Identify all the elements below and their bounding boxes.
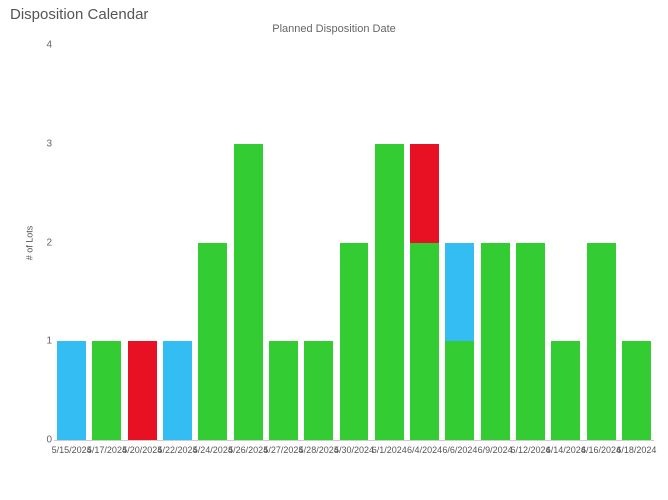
bar[interactable]: [481, 243, 510, 441]
bar-segment-green: [340, 243, 369, 441]
x-tick: 6/14/2024: [546, 445, 586, 455]
x-tick: 6/1/2024: [372, 445, 407, 455]
bar-segment-blue: [445, 243, 474, 342]
bar[interactable]: [304, 341, 333, 440]
x-tick: 6/18/2024: [616, 445, 656, 455]
bar-segment-red: [128, 341, 157, 440]
bar-segment-green: [234, 144, 263, 440]
x-tick: 5/20/2024: [122, 445, 162, 455]
y-tick: 2: [40, 237, 52, 248]
x-tick: 6/16/2024: [581, 445, 621, 455]
bar-segment-green: [481, 243, 510, 441]
bars-container: [54, 45, 654, 440]
x-tick: 6/12/2024: [510, 445, 550, 455]
bar-segment-green: [551, 341, 580, 440]
bar[interactable]: [516, 243, 545, 441]
y-tick: 3: [40, 138, 52, 149]
bar[interactable]: [163, 341, 192, 440]
x-tick: 5/27/2024: [263, 445, 303, 455]
x-tick: 6/9/2024: [478, 445, 513, 455]
chart-subtitle: Planned Disposition Date: [10, 23, 658, 35]
bar[interactable]: [375, 144, 404, 440]
page-title: Disposition Calendar: [0, 0, 668, 23]
bar-segment-green: [445, 341, 474, 440]
bar-segment-green: [198, 243, 227, 441]
bar[interactable]: [128, 341, 157, 440]
bar[interactable]: [198, 243, 227, 441]
bar[interactable]: [57, 341, 86, 440]
bar[interactable]: [269, 341, 298, 440]
y-tick: 0: [40, 435, 52, 446]
bar[interactable]: [551, 341, 580, 440]
bar[interactable]: [587, 243, 616, 441]
bar-segment-green: [410, 243, 439, 441]
y-tick: 1: [40, 336, 52, 347]
x-tick: 6/4/2024: [407, 445, 442, 455]
bar-segment-green: [269, 341, 298, 440]
y-tick: 4: [40, 40, 52, 51]
x-axis-labels: 5/15/20245/17/20245/20/20245/22/20245/24…: [54, 443, 654, 463]
x-tick: 5/22/2024: [157, 445, 197, 455]
x-tick: 5/15/2024: [52, 445, 92, 455]
x-tick: 6/6/2024: [442, 445, 477, 455]
bar-segment-green: [516, 243, 545, 441]
bar-segment-blue: [163, 341, 192, 440]
bar-segment-red: [410, 144, 439, 243]
bar[interactable]: [410, 144, 439, 440]
plot-area: [54, 45, 654, 441]
y-axis-label: # of Lots: [24, 226, 34, 261]
bar-segment-green: [622, 341, 651, 440]
x-tick: 5/17/2024: [87, 445, 127, 455]
bar-segment-green: [587, 243, 616, 441]
bar-segment-green: [375, 144, 404, 440]
bar[interactable]: [445, 243, 474, 441]
bar[interactable]: [234, 144, 263, 440]
bar[interactable]: [92, 341, 121, 440]
bar[interactable]: [340, 243, 369, 441]
x-tick: 5/30/2024: [334, 445, 374, 455]
x-tick: 5/24/2024: [193, 445, 233, 455]
bar-segment-green: [92, 341, 121, 440]
bar-segment-green: [304, 341, 333, 440]
chart: Planned Disposition Date # of Lots 0 1 2 3 4…: [10, 23, 658, 463]
x-tick: 5/28/2024: [299, 445, 339, 455]
bar-segment-blue: [57, 341, 86, 440]
bar[interactable]: [622, 341, 651, 440]
x-tick: 5/26/2024: [228, 445, 268, 455]
